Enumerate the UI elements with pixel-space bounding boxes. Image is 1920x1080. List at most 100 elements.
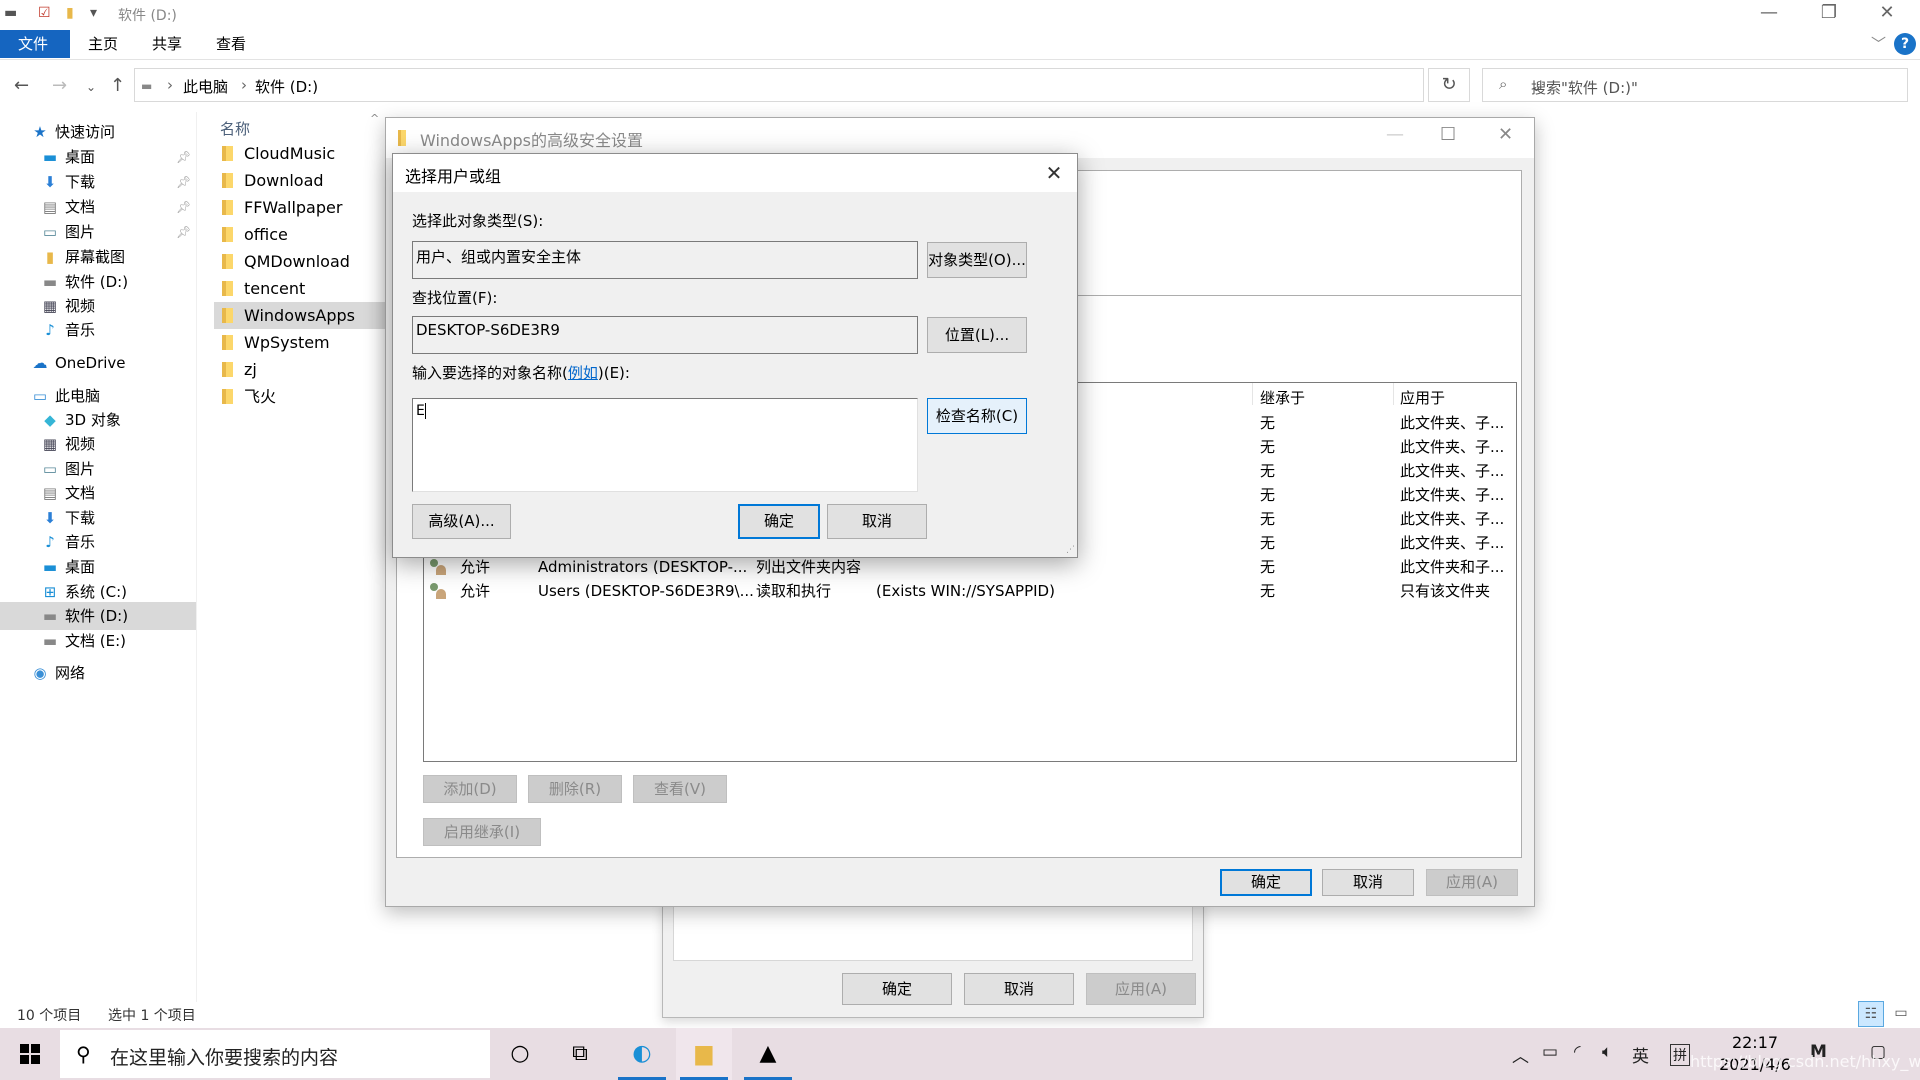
close-icon[interactable]: ✕ <box>1039 158 1069 188</box>
folder-quick-icon[interactable]: ▮ <box>66 5 74 21</box>
nav-item[interactable]: ☁ OneDrive <box>0 349 196 377</box>
restore-button[interactable]: ❐ <box>1806 2 1852 23</box>
view-button[interactable]: 查看(V) <box>633 775 727 803</box>
file-list-item[interactable]: WindowsApps <box>214 302 386 329</box>
resize-grip-icon[interactable]: ⋰ <box>1066 545 1075 555</box>
props-apply-button[interactable]: 应用(A) <box>1086 973 1196 1005</box>
battery-icon[interactable]: ▭ <box>1542 1042 1558 1062</box>
file-list-item[interactable]: Download <box>214 167 386 194</box>
tab-share[interactable]: 共享 <box>134 30 200 58</box>
nav-item[interactable]: ▮ 屏幕截图 <box>0 243 196 271</box>
help-icon[interactable]: ? <box>1894 33 1916 55</box>
remove-button[interactable]: 删除(R) <box>528 775 622 803</box>
pin-icon[interactable]: 📌︎ <box>176 143 191 171</box>
properties-quick-icon[interactable]: ☑ <box>38 5 51 21</box>
breadcrumb-this-pc[interactable]: 此电脑 <box>183 76 228 97</box>
minimize-button[interactable]: — <box>1386 124 1404 145</box>
object-names-input[interactable]: E <box>412 398 918 492</box>
breadcrumb-drive-d[interactable]: 软件 (D:) <box>255 76 318 97</box>
minimize-button[interactable]: — <box>1746 2 1792 23</box>
nav-item[interactable]: ▬ 文档 (E:) <box>0 627 196 655</box>
column-divider[interactable] <box>1252 383 1253 405</box>
permission-entry-row[interactable]: 允许 Administrators (DESKTOP-... 列出文件夹内容 无 此文件… <box>424 555 1516 579</box>
nav-item[interactable]: ▤ 文档 📌︎ <box>0 193 196 221</box>
pin-icon[interactable]: 📌︎ <box>176 218 191 246</box>
details-view-icon[interactable]: ☷ <box>1858 1001 1884 1027</box>
locations-button[interactable]: 位置(L)... <box>927 317 1027 353</box>
taskbar-search-input[interactable]: ⚲ 在这里输入你要搜索的内容 <box>60 1030 490 1078</box>
props-cancel-button[interactable]: 取消 <box>964 973 1074 1005</box>
tab-home[interactable]: 主页 <box>70 30 136 58</box>
column-header-name[interactable]: 名称 <box>220 118 250 139</box>
file-list-item[interactable]: CloudMusic <box>214 140 386 167</box>
select-cancel-button[interactable]: 取消 <box>827 504 927 539</box>
pin-icon[interactable]: 📌︎ <box>176 193 191 221</box>
close-button[interactable]: ✕ <box>1864 2 1910 23</box>
nav-item[interactable]: ▬ 桌面 📌︎ <box>0 143 196 171</box>
file-list-item[interactable]: tencent <box>214 275 386 302</box>
file-list-item[interactable]: WpSystem <box>214 329 386 356</box>
up-arrow-icon[interactable]: ↑ <box>110 75 125 96</box>
breadcrumb-separator-icon[interactable]: › <box>241 76 247 94</box>
ime-mode-indicator[interactable]: 拼 <box>1670 1044 1690 1066</box>
file-explorer-icon[interactable]: ▆ <box>676 1028 732 1080</box>
show-hidden-icons-icon[interactable]: ︿ <box>1512 1042 1529 1067</box>
nav-item[interactable]: ★ 快速访问 <box>0 118 196 146</box>
advanced-button[interactable]: 高级(A)... <box>412 504 511 539</box>
column-divider[interactable] <box>1393 383 1394 405</box>
nav-item[interactable]: ▬ 桌面 <box>0 553 196 581</box>
maximize-button[interactable]: ☐ <box>1440 124 1456 145</box>
photos-app-icon[interactable]: ▲ <box>740 1028 796 1080</box>
permission-entry-row[interactable]: 允许 Users (DESKTOP-S6DE3R9\... 读取和执行 (Exists… <box>424 579 1516 603</box>
select-ok-button[interactable]: 确定 <box>738 504 820 539</box>
windows-start-icon[interactable] <box>20 1044 40 1064</box>
customize-quick-access-icon[interactable]: ▾ <box>90 5 97 21</box>
edge-browser-icon[interactable]: ◐ <box>614 1028 670 1080</box>
nav-item[interactable]: ▦ 视频 <box>0 430 196 458</box>
tab-file[interactable]: 文件 <box>0 30 70 58</box>
column-header-applies[interactable]: 应用于 <box>1400 387 1445 408</box>
check-names-button[interactable]: 检查名称(C) <box>927 398 1027 434</box>
refresh-button[interactable]: ↻ <box>1428 68 1470 102</box>
nav-item[interactable]: ⬇ 下载 📌︎ <box>0 168 196 196</box>
nav-item[interactable]: ▭ 图片 📌︎ <box>0 218 196 246</box>
properties-dialog: 确定 取消 应用(A) <box>662 900 1204 1018</box>
volume-icon[interactable]: 🔈︎ <box>1602 1042 1612 1062</box>
enable-inheritance-button[interactable]: 启用继承(I) <box>423 818 541 846</box>
back-arrow-icon[interactable]: ← <box>14 75 29 96</box>
breadcrumb-separator-icon[interactable]: › <box>167 76 173 94</box>
recent-locations-icon[interactable]: ⌄ <box>86 80 96 94</box>
advanced-apply-button[interactable]: 应用(A) <box>1426 869 1518 896</box>
examples-link[interactable]: 例如 <box>568 364 598 382</box>
file-list-item[interactable]: FFWallpaper <box>214 194 386 221</box>
nav-item[interactable]: ◉ 网络 <box>0 659 196 687</box>
object-types-button[interactable]: 对象类型(O)... <box>927 242 1027 278</box>
file-list-item[interactable]: zj <box>214 356 386 383</box>
search-input[interactable]: ⌕ 搜索"软件 (D:)" <box>1482 68 1908 102</box>
ime-language-indicator[interactable]: 英 <box>1632 1042 1649 1067</box>
props-ok-button[interactable]: 确定 <box>842 973 952 1005</box>
advanced-cancel-button[interactable]: 取消 <box>1322 869 1414 896</box>
nav-item[interactable]: ♪ 音乐 <box>0 528 196 556</box>
file-list-item[interactable]: QMDownload <box>214 248 386 275</box>
pane-divider[interactable] <box>196 112 197 1002</box>
add-button[interactable]: 添加(D) <box>423 775 517 803</box>
advanced-ok-button[interactable]: 确定 <box>1220 869 1312 896</box>
pin-icon[interactable]: 📌︎ <box>176 168 191 196</box>
forward-arrow-icon[interactable]: → <box>52 75 67 96</box>
cortana-icon[interactable]: ○ <box>492 1028 548 1080</box>
column-header-inherited[interactable]: 继承于 <box>1260 387 1305 408</box>
nav-item[interactable]: ▤ 文档 <box>0 479 196 507</box>
close-button[interactable]: ✕ <box>1498 124 1513 145</box>
large-icons-view-icon[interactable]: ▭ <box>1888 1001 1914 1027</box>
file-list-item[interactable]: 飞火 <box>214 383 386 410</box>
task-view-icon[interactable]: ⧉ <box>552 1028 608 1080</box>
wifi-icon[interactable]: ◜ <box>1574 1042 1581 1062</box>
drive-icon: ▬ <box>42 632 58 650</box>
chevron-down-icon[interactable]: ﹀ <box>1871 33 1886 54</box>
tab-view[interactable]: 查看 <box>198 30 264 58</box>
address-bar[interactable]: ▬ › 此电脑 › 软件 (D:) ⌄ <box>134 68 1543 102</box>
nav-item[interactable]: ▬ 软件 (D:) <box>0 602 196 630</box>
file-list-item[interactable]: office <box>214 221 386 248</box>
nav-item[interactable]: ♪ 音乐 <box>0 316 196 344</box>
